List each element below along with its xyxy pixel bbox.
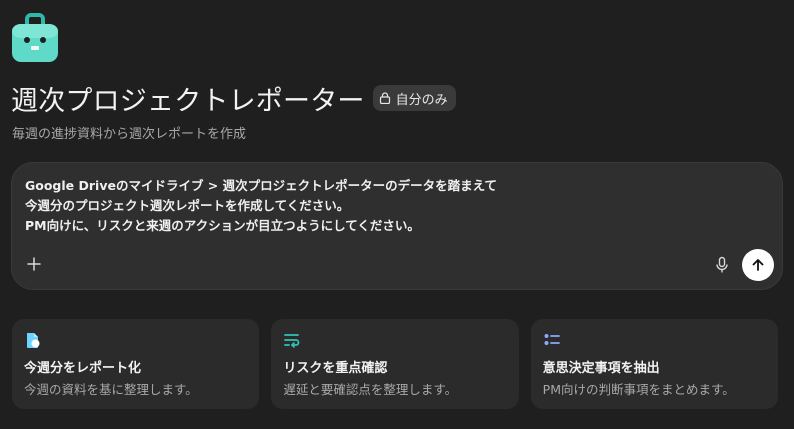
card-title: 今週分をレポート化 <box>24 361 142 376</box>
prompt-line: PM向けに、リスクと来週のアクションが目立つようにしてください。 <box>25 218 420 233</box>
card-description: 今週の資料を基に整理します。 <box>24 382 198 397</box>
card-description: 遅延と要確認点を整理します。 <box>283 382 458 397</box>
add-attachment-button[interactable] <box>26 256 42 272</box>
card-description: PM向けの判断事項をまとめます。 <box>542 382 735 397</box>
card-title: リスクを重点確認 <box>283 361 388 376</box>
list-icon <box>544 334 560 345</box>
wrap-lines-icon <box>284 334 300 348</box>
title-row: 週次プロジェクトレポーター 自分のみ <box>11 80 456 117</box>
suggestion-cards: 今週分をレポート化 今週の資料を基に整理します。 リスクを重点確認 遅延と要確認… <box>12 319 778 409</box>
lock-icon <box>379 92 390 104</box>
document-icon <box>27 333 40 348</box>
prompt-composer[interactable]: Google Driveのマイドライブ > 週次プロジェクトレポーターのデータを… <box>11 162 783 290</box>
app-briefcase-icon <box>11 13 59 65</box>
suggestion-card-report[interactable]: 今週分をレポート化 今週の資料を基に整理します。 <box>12 319 260 409</box>
card-title: 意思決定事項を抽出 <box>542 361 660 376</box>
prompt-line: 今週分のプロジェクト週次レポートを作成してください。 <box>25 198 350 213</box>
send-button[interactable] <box>742 249 774 281</box>
plus-icon <box>27 257 41 271</box>
suggestion-card-decisions[interactable]: 意思決定事項を抽出 PM向けの判断事項をまとめます。 <box>530 319 778 409</box>
suggestion-card-risk[interactable]: リスクを重点確認 遅延と要確認点を整理します。 <box>271 319 519 409</box>
microphone-icon <box>716 256 728 273</box>
page-subtitle: 毎週の進捗資料から週次レポートを作成 <box>12 127 247 142</box>
arrow-up-icon <box>752 259 764 271</box>
voice-input-button[interactable] <box>714 256 730 274</box>
prompt-line: Google Driveのマイドライブ > 週次プロジェクトレポーターのデータを… <box>25 178 498 193</box>
prompt-text[interactable]: Google Driveのマイドライブ > 週次プロジェクトレポーターのデータを… <box>25 176 742 236</box>
page-title: 週次プロジェクトレポーター <box>11 85 365 117</box>
visibility-label: 自分のみ <box>395 92 448 108</box>
visibility-badge[interactable]: 自分のみ <box>372 85 456 111</box>
